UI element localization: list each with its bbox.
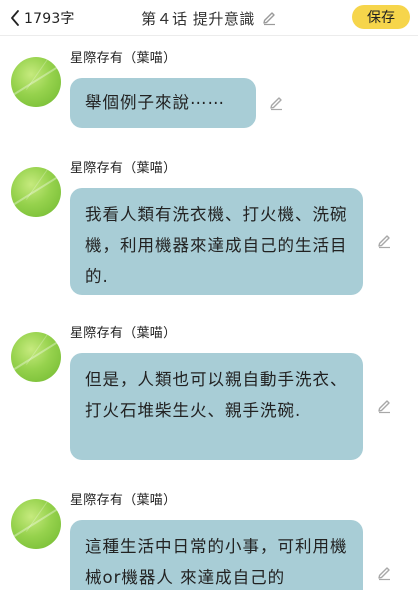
avatar[interactable] (11, 332, 61, 382)
save-button[interactable]: 保存 (352, 5, 410, 29)
pencil-icon[interactable] (376, 398, 392, 414)
avatar[interactable] (11, 57, 61, 107)
sender-name: 星際存有（葉喵） (70, 51, 177, 66)
message-bubble[interactable]: 但是，人類也可以親自動手洗衣、打火石堆柴生火、親手洗碗. (70, 353, 363, 460)
sender-name: 星際存有（葉喵） (70, 493, 177, 508)
sender-name: 星際存有（葉喵） (70, 161, 177, 176)
pencil-icon[interactable] (268, 95, 284, 111)
avatar[interactable] (11, 499, 61, 549)
top-bar: 1793字 第４话 提升意識 保存 (0, 0, 418, 36)
pencil-icon[interactable] (261, 10, 277, 26)
pencil-icon[interactable] (376, 565, 392, 581)
bottom-edge (0, 590, 418, 600)
message-bubble[interactable]: 這種生活中日常的小事，可利用機械or機器人 來達成自己的 (70, 520, 363, 600)
message-bubble[interactable]: 舉個例子來說⋯⋯ (70, 78, 256, 128)
pencil-icon[interactable] (376, 233, 392, 249)
avatar[interactable] (11, 167, 61, 217)
chapter-title: 第４话 提升意識 (141, 9, 255, 28)
sender-name: 星際存有（葉喵） (70, 326, 177, 341)
message-bubble[interactable]: 我看人類有洗衣機、打火機、洗碗機，利用機器來達成自己的生活目的. (70, 188, 363, 295)
